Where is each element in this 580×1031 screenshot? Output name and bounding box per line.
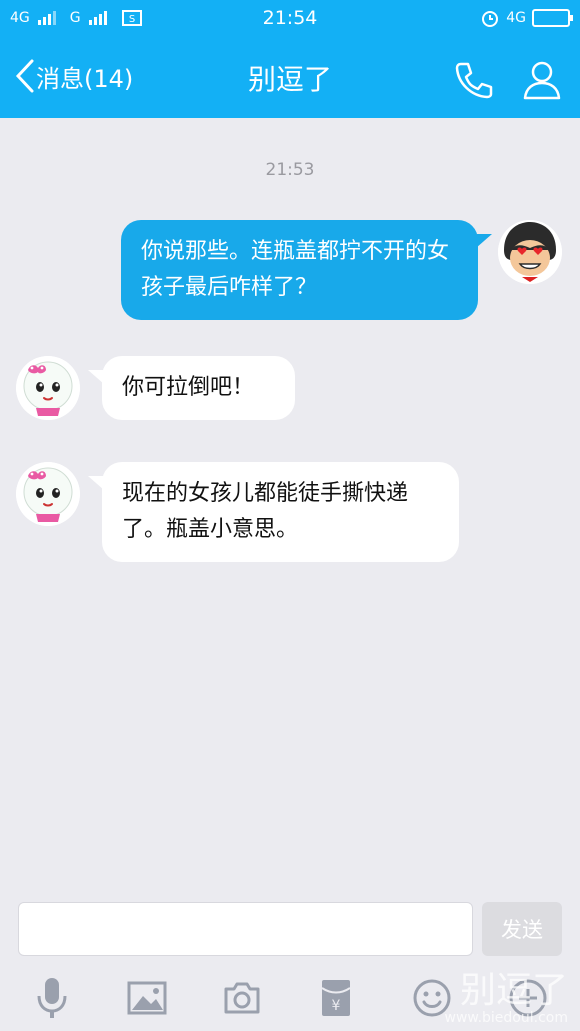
chat-timestamp: 21:53: [265, 160, 315, 180]
status-left: 4G G S: [10, 8, 143, 28]
signal-icon: [37, 11, 56, 25]
image-icon: [127, 981, 167, 1015]
monkey-avatar-icon: [498, 220, 562, 284]
status-right: 4G: [480, 8, 573, 28]
battery-icon: [532, 9, 573, 27]
more-button[interactable]: [506, 976, 550, 1020]
profile-button[interactable]: [522, 58, 562, 106]
phone-icon: [455, 62, 493, 99]
composer: 发送: [0, 900, 580, 960]
message-bubble-incoming[interactable]: 现在的女孩儿都能徒手撕快递了。瓶盖小意思。: [102, 462, 459, 562]
message-text: 你可拉倒吧！: [122, 375, 255, 400]
call-button[interactable]: [452, 58, 496, 106]
emoji-icon: [413, 979, 451, 1017]
status-time: 21:54: [262, 7, 318, 29]
avatar-friend[interactable]: [16, 462, 80, 526]
avatar-friend[interactable]: [16, 356, 80, 420]
back-label: 消息(14): [36, 64, 134, 93]
message-bubble-outgoing[interactable]: 你说那些。连瓶盖都拧不开的女孩子最后咋样了？: [121, 220, 478, 320]
microphone-icon: [37, 978, 67, 1018]
plus-icon: [509, 979, 547, 1017]
nav-bar: 消息(14) 别逗了: [0, 36, 580, 118]
input-toolbar: ¥: [0, 968, 580, 1028]
network-label-1: 4G: [10, 10, 30, 26]
status-bar: 4G G S 21:54 4G: [0, 0, 580, 36]
camera-icon: [224, 982, 260, 1014]
message-text: 你说那些。连瓶盖都拧不开的女孩子最后咋样了？: [141, 239, 450, 300]
back-button[interactable]: 消息(14): [14, 58, 133, 94]
network-label-2: G: [69, 10, 81, 26]
sim-icon: S: [121, 10, 142, 26]
person-icon: [523, 61, 561, 100]
girl-avatar-icon: [16, 462, 80, 526]
camera-button[interactable]: [220, 976, 264, 1020]
send-button[interactable]: 发送: [482, 902, 562, 956]
message-bubble-incoming[interactable]: 你可拉倒吧！: [102, 356, 295, 420]
girl-avatar-icon: [16, 356, 80, 420]
voice-button[interactable]: [30, 976, 74, 1020]
signal-icon-2: [88, 11, 107, 25]
avatar-self[interactable]: [498, 220, 562, 284]
message-input[interactable]: [18, 902, 473, 956]
image-button[interactable]: [125, 976, 169, 1020]
red-packet-icon: ¥: [321, 980, 351, 1016]
red-packet-button[interactable]: ¥: [314, 976, 358, 1020]
alarm-icon: [482, 11, 499, 27]
svg-text:S: S: [128, 14, 134, 25]
emoji-button[interactable]: [410, 976, 454, 1020]
network-label-3: 4G: [506, 10, 526, 26]
chevron-left-icon: [15, 59, 34, 93]
message-text: 现在的女孩儿都能徒手撕快递了。瓶盖小意思。: [122, 481, 409, 542]
svg-text:¥: ¥: [332, 998, 341, 1014]
bubble-tail: [476, 234, 492, 248]
